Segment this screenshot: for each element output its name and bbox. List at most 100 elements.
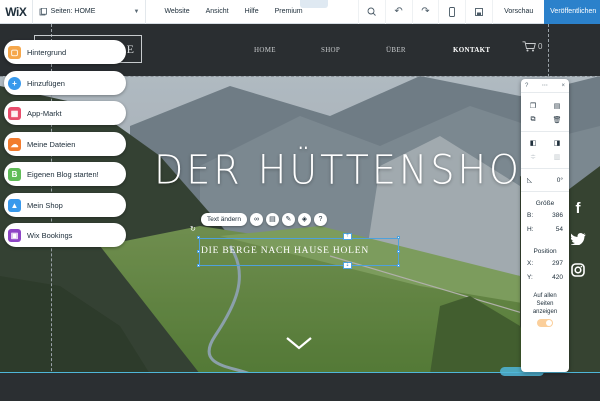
chevron-down-icon: ▼ bbox=[133, 8, 140, 15]
panel-add-label: Hinzufügen bbox=[27, 78, 65, 88]
resize-handle-ne[interactable] bbox=[397, 236, 400, 239]
send-backward-icon[interactable]: ◨ bbox=[553, 139, 561, 147]
panel-blog-button[interactable]: B Eigenen Blog starten! bbox=[4, 162, 126, 186]
resize-handle-sw[interactable] bbox=[197, 264, 200, 267]
undo-button[interactable]: ↶ bbox=[384, 0, 412, 24]
size-label: Größe bbox=[535, 200, 555, 207]
rotation-value: 0° bbox=[556, 176, 563, 184]
panel-app-market-label: App-Markt bbox=[27, 108, 62, 118]
height-label: H: bbox=[527, 225, 534, 233]
width-row[interactable]: B: 386 bbox=[521, 208, 569, 222]
inspector-divider bbox=[521, 191, 569, 192]
site-nav-home[interactable]: HOME bbox=[254, 46, 276, 54]
x-value[interactable]: 297 bbox=[552, 260, 563, 267]
help-icon[interactable]: ? bbox=[313, 212, 327, 226]
panel-background-label: Hintergrund bbox=[27, 47, 67, 57]
wix-logo[interactable]: WiX bbox=[0, 0, 33, 24]
scroll-down-icon[interactable] bbox=[285, 336, 313, 350]
copy-icon[interactable]: ❐ bbox=[529, 102, 537, 110]
width-value[interactable]: 386 bbox=[552, 212, 563, 219]
edit-text-button[interactable]: Text ändern bbox=[201, 212, 247, 226]
hero-title[interactable]: DER HÜTTENSHOP bbox=[154, 147, 548, 193]
duplicate-icon[interactable]: ⧉ bbox=[529, 116, 537, 124]
drag-handle-icon[interactable]: ⋯ bbox=[542, 82, 548, 89]
stretch-down-button[interactable]: ⇣ bbox=[343, 262, 352, 269]
topbar-pin-tab[interactable] bbox=[300, 0, 328, 8]
height-row[interactable]: H: 54 bbox=[521, 222, 569, 236]
menu-ansicht[interactable]: Ansicht bbox=[198, 8, 237, 15]
site-nav-kontakt[interactable]: KONTAKT bbox=[453, 46, 490, 54]
all-pages-toggle[interactable] bbox=[537, 319, 553, 327]
rotation-row[interactable]: ◺ 0° bbox=[521, 173, 569, 187]
cart-widget[interactable]: 0 bbox=[522, 41, 542, 52]
link-icon[interactable]: ∞ bbox=[249, 212, 263, 226]
bring-forward-icon[interactable]: ◧ bbox=[529, 139, 537, 147]
inspector-arrange-row: ◧ ◨ bbox=[521, 136, 569, 150]
inspector-help-icon[interactable]: ? bbox=[525, 83, 528, 89]
panel-bookings-button[interactable]: ▣ Wix Bookings bbox=[4, 223, 126, 247]
y-row[interactable]: Y: 420 bbox=[521, 270, 569, 284]
align-icon[interactable]: ≑ bbox=[529, 153, 537, 161]
site-footer[interactable] bbox=[0, 373, 600, 401]
resize-handle-e[interactable] bbox=[397, 250, 400, 253]
pencil-icon[interactable]: ✎ bbox=[281, 212, 295, 226]
panel-blog-label: Eigenen Blog starten! bbox=[27, 169, 99, 179]
position-label: Position bbox=[533, 248, 557, 255]
panel-my-files-button[interactable]: ☁ Meine Dateien bbox=[4, 132, 126, 156]
add-icon: + bbox=[8, 76, 21, 90]
panel-add-button[interactable]: + Hinzufügen bbox=[4, 71, 126, 95]
zoom-button[interactable] bbox=[357, 0, 385, 24]
inspector-align-row: ≑ ▥ bbox=[521, 150, 569, 164]
height-value[interactable]: 54 bbox=[556, 226, 563, 233]
redo-icon: ↷ bbox=[421, 6, 430, 17]
rotate-icon[interactable]: ↻ bbox=[190, 225, 196, 233]
top-menu: Website Ansicht Hilfe Premium bbox=[146, 0, 310, 24]
panel-shop-button[interactable]: ▲ Mein Shop bbox=[4, 193, 126, 217]
resize-handle-w[interactable] bbox=[197, 250, 200, 253]
inspector-panel: ? ⋯ × ❐ ▤ ⧉ 🗑 ◧ ◨ ≑ ▥ ◺ 0° Größe B: 386 … bbox=[521, 79, 569, 372]
paste-icon[interactable]: ▤ bbox=[553, 102, 561, 110]
twitter-bird-shape bbox=[570, 233, 585, 245]
cart-icon bbox=[522, 41, 536, 52]
site-nav-shop[interactable]: SHOP bbox=[321, 46, 340, 54]
redo-button[interactable]: ↷ bbox=[411, 0, 439, 24]
twitter-icon[interactable] bbox=[568, 229, 588, 249]
pages-dropdown[interactable]: Seiten: HOME ▼ bbox=[33, 0, 147, 24]
site-nav-ueber[interactable]: ÜBER bbox=[386, 46, 406, 54]
panel-my-files-label: Meine Dateien bbox=[27, 139, 76, 149]
resize-handle-nw[interactable] bbox=[197, 236, 200, 239]
mobile-icon bbox=[449, 6, 456, 17]
design-icon[interactable]: ▤ bbox=[265, 212, 279, 226]
cart-count: 0 bbox=[538, 42, 543, 51]
facebook-icon[interactable]: f bbox=[568, 198, 588, 218]
inspector-copy-row: ❐ ▤ bbox=[521, 99, 569, 113]
x-row[interactable]: X: 297 bbox=[521, 256, 569, 270]
resize-handle-se[interactable] bbox=[397, 264, 400, 267]
text-context-toolbar: Text ändern ∞ ▤ ✎ ◈ ? bbox=[201, 212, 327, 226]
instagram-icon[interactable] bbox=[568, 260, 588, 280]
publish-button[interactable]: Veröffentlichen bbox=[544, 0, 600, 24]
background-icon: ▢ bbox=[8, 45, 21, 59]
pages-label: Seiten: HOME bbox=[50, 8, 96, 15]
menu-hilfe[interactable]: Hilfe bbox=[237, 8, 267, 15]
inspector-duplicate-row: ⧉ 🗑 bbox=[521, 113, 569, 127]
menu-premium[interactable]: Premium bbox=[267, 8, 311, 15]
menu-website[interactable]: Website bbox=[156, 8, 197, 15]
pages-icon bbox=[39, 7, 47, 15]
y-value[interactable]: 420 bbox=[552, 274, 563, 281]
close-icon[interactable]: × bbox=[561, 83, 565, 89]
mobile-view-button[interactable] bbox=[438, 0, 465, 24]
save-button[interactable] bbox=[465, 0, 492, 24]
panel-background-button[interactable]: ▢ Hintergrund bbox=[4, 40, 126, 64]
width-label: B: bbox=[527, 211, 534, 219]
preview-button[interactable]: Vorschau bbox=[492, 0, 544, 24]
panel-bookings-label: Wix Bookings bbox=[27, 230, 73, 240]
animation-icon[interactable]: ◈ bbox=[297, 212, 311, 226]
panel-app-market-button[interactable]: ▦ App-Markt bbox=[4, 101, 126, 125]
hero-subtitle[interactable]: DIE BERGE NACH HAUSE HOLEN bbox=[201, 246, 369, 256]
x-label: X: bbox=[527, 259, 534, 267]
panel-shop-label: Mein Shop bbox=[27, 200, 63, 210]
distribute-icon[interactable]: ▥ bbox=[553, 153, 561, 161]
delete-icon[interactable]: 🗑 bbox=[553, 116, 562, 124]
stretch-up-button[interactable]: ⇡ bbox=[343, 233, 352, 240]
